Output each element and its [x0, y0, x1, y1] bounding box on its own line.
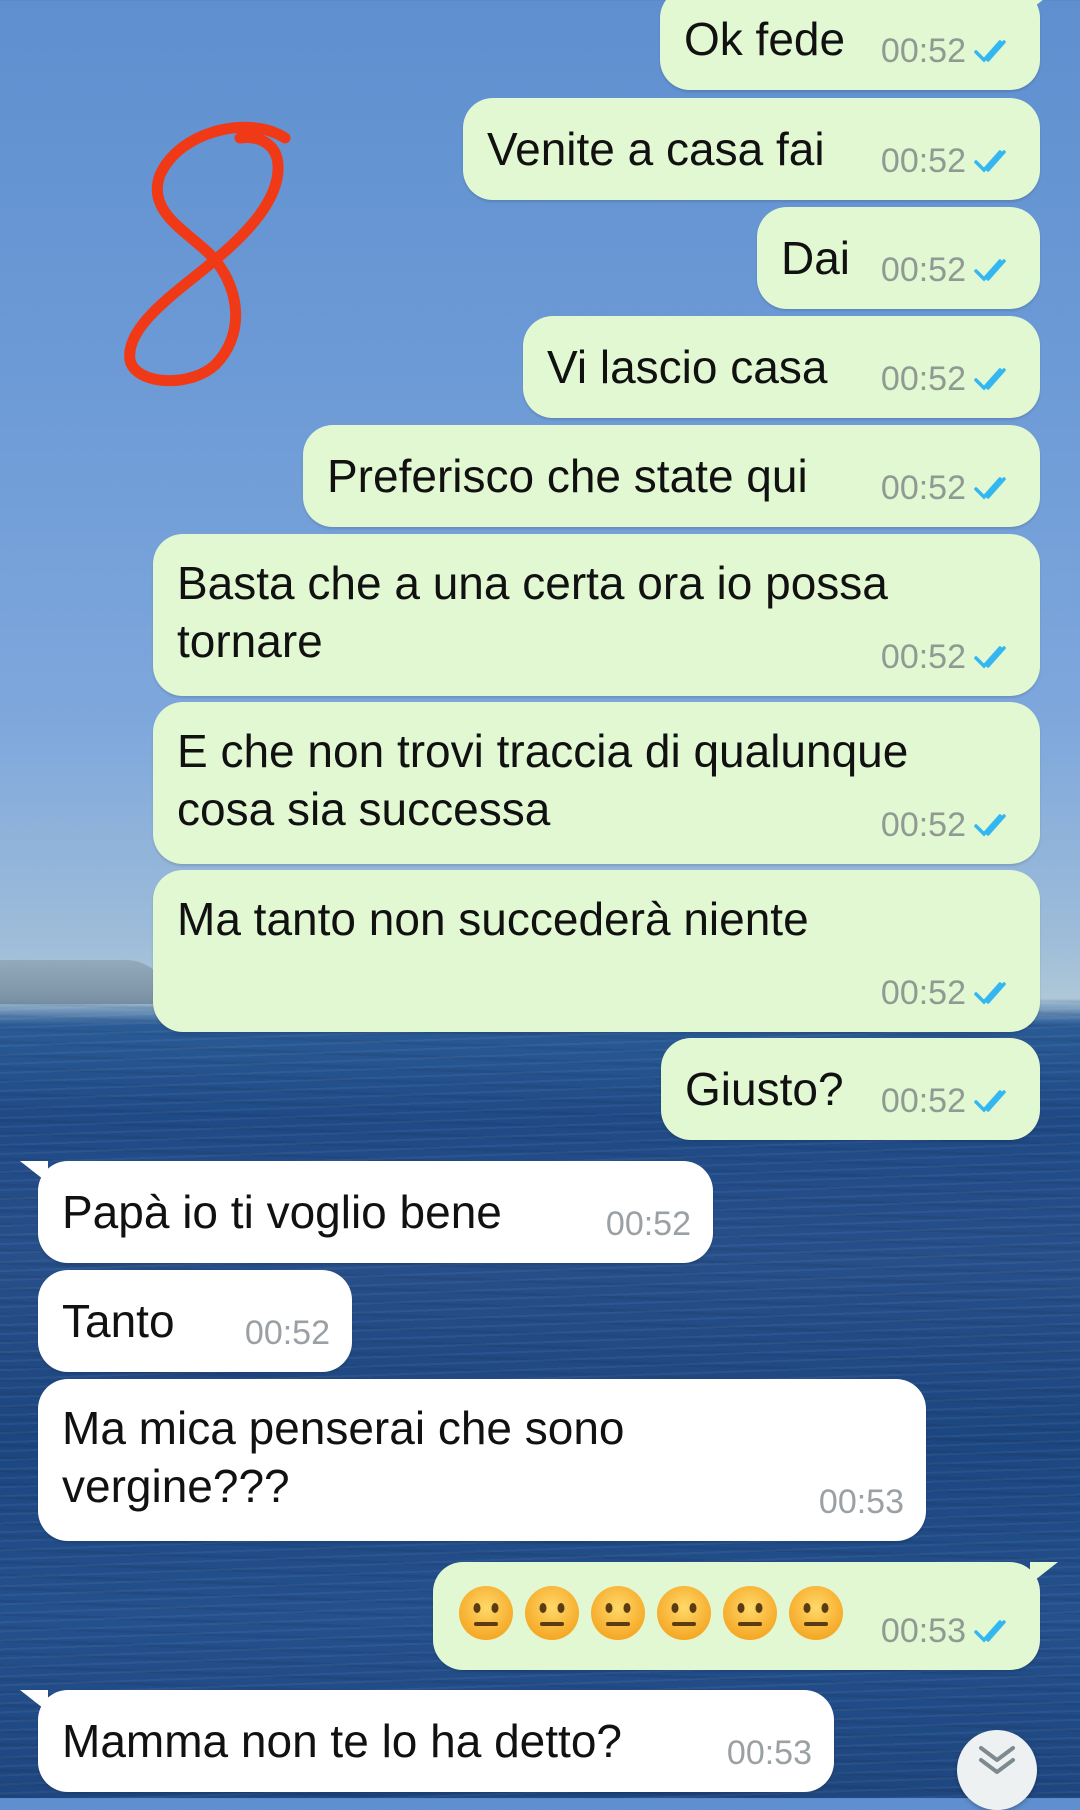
message-bubble-outgoing[interactable]: Preferisco che state qui 00:52 — [303, 425, 1040, 527]
read-receipt-icon — [974, 1620, 1006, 1643]
message-time: 00:52 — [880, 974, 966, 1012]
message-meta: 00:52 — [606, 1195, 691, 1253]
message-bubble-outgoing[interactable]: Ok fede 00:52 — [660, 0, 1058, 90]
neutral-face-emoji-icon — [525, 1586, 579, 1640]
message-bubble-incoming[interactable]: Papà io ti voglio bene 00:52 — [20, 1161, 713, 1263]
message-time: 00:52 — [605, 1205, 691, 1243]
message-text: Venite a casa fai — [487, 123, 825, 175]
message-meta: 00:52 — [881, 964, 1018, 1022]
neutral-face-emoji-icon — [459, 1586, 513, 1640]
message-time: 00:53 — [726, 1734, 812, 1772]
message-meta: 00:52 — [881, 241, 1018, 299]
message-meta: 00:52 — [881, 350, 1018, 408]
message-text: Basta che a una certa ora io possa torna… — [177, 557, 888, 667]
message-text: Giusto? — [685, 1063, 844, 1115]
message-text: Vi lascio casa — [547, 341, 828, 393]
message-text: Mamma non te lo ha detto? — [62, 1715, 622, 1767]
message-meta: 00:52 — [881, 1072, 1018, 1130]
message-meta: 00:53 — [819, 1473, 904, 1531]
message-time: 00:52 — [880, 469, 966, 507]
message-time: 00:52 — [880, 251, 966, 289]
message-time: 00:52 — [880, 638, 966, 676]
neutral-face-emoji-icon — [789, 1586, 843, 1640]
message-time: 00:52 — [880, 142, 966, 180]
message-bubble-incoming[interactable]: Mamma non te lo ha detto? 00:53 — [20, 1690, 834, 1792]
double-chevron-down-icon — [979, 1746, 1015, 1774]
read-receipt-icon — [974, 40, 1006, 63]
read-receipt-icon — [974, 814, 1006, 837]
read-receipt-icon — [974, 646, 1006, 669]
message-meta: 00:52 — [881, 22, 1018, 80]
read-receipt-icon — [974, 368, 1006, 391]
message-meta: 00:52 — [881, 459, 1018, 517]
message-time: 00:52 — [880, 32, 966, 70]
neutral-face-emoji-icon — [657, 1586, 711, 1640]
message-time: 00:52 — [880, 806, 966, 844]
message-bubble-incoming[interactable]: Ma mica penserai che sono vergine??? 00:… — [38, 1379, 926, 1541]
handwritten-8-annotation — [124, 121, 291, 387]
scroll-to-bottom-button[interactable] — [957, 1730, 1037, 1810]
message-bubble-incoming[interactable]: Tanto 00:52 — [38, 1270, 352, 1372]
message-time: 00:53 — [880, 1612, 966, 1650]
message-meta: 00:52 — [881, 132, 1018, 190]
message-meta: 00:52 — [881, 628, 1018, 686]
message-text: E che non trovi traccia di qualunque cos… — [177, 725, 909, 835]
message-bubble-outgoing[interactable]: Venite a casa fai 00:52 — [463, 98, 1040, 200]
message-text: Preferisco che state qui — [327, 450, 808, 502]
read-receipt-icon — [974, 982, 1006, 1005]
message-text: Ma tanto non succederà niente — [177, 893, 809, 945]
message-meta: 00:52 — [881, 796, 1018, 854]
read-receipt-icon — [974, 477, 1006, 500]
message-bubble-outgoing[interactable]: Giusto? 00:52 — [661, 1038, 1040, 1140]
coastline-background — [0, 960, 170, 1004]
read-receipt-icon — [974, 1090, 1006, 1113]
message-text: Tanto — [62, 1295, 175, 1347]
message-text: Ok fede — [684, 13, 846, 65]
message-text: Dai — [781, 232, 851, 284]
read-receipt-icon — [974, 259, 1006, 282]
read-receipt-icon — [974, 150, 1006, 173]
message-time: 00:52 — [880, 360, 966, 398]
message-time: 00:52 — [244, 1314, 330, 1352]
neutral-face-emoji-icon — [723, 1586, 777, 1640]
emoji-row — [457, 1584, 845, 1642]
message-text: Ma mica penserai che sono vergine??? — [62, 1402, 625, 1512]
message-meta: 00:52 — [245, 1304, 330, 1362]
message-meta: 00:53 — [881, 1602, 1018, 1660]
message-bubble-outgoing[interactable]: Vi lascio casa 00:52 — [523, 316, 1040, 418]
message-bubble-outgoing[interactable]: E che non trovi traccia di qualunque cos… — [153, 702, 1040, 864]
message-bubble-outgoing[interactable]: 00:53 — [433, 1562, 1058, 1670]
message-bubble-outgoing[interactable]: Dai 00:52 — [757, 207, 1040, 309]
message-time: 00:52 — [880, 1082, 966, 1120]
message-time: 00:53 — [818, 1483, 904, 1521]
message-meta: 00:53 — [727, 1724, 812, 1782]
message-bubble-outgoing[interactable]: Basta che a una certa ora io possa torna… — [153, 534, 1040, 696]
neutral-face-emoji-icon — [591, 1586, 645, 1640]
message-bubble-outgoing[interactable]: Ma tanto non succederà niente 00:52 — [153, 870, 1040, 1032]
message-text: Papà io ti voglio bene — [62, 1186, 502, 1238]
